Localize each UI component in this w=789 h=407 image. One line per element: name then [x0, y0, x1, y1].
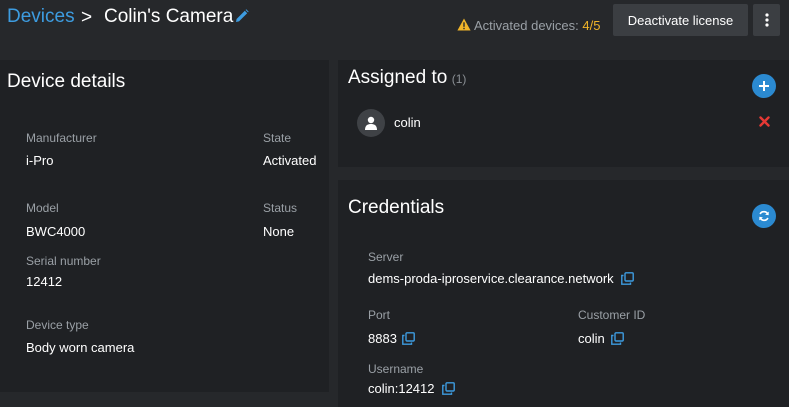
status-value: None: [263, 224, 295, 239]
activated-devices-indicator: Activated devices: 4/5: [474, 18, 600, 33]
close-icon[interactable]: [759, 116, 770, 127]
breadcrumb-devices-link[interactable]: Devices: [7, 6, 75, 28]
username-value: colin:12412: [368, 381, 435, 396]
warning-icon: [457, 18, 471, 31]
device-type-label: Device type: [26, 318, 89, 332]
model-value: BWC4000: [26, 224, 86, 239]
port-value: 8883: [368, 331, 397, 346]
status-label: Status: [263, 201, 298, 215]
customer-id-label: Customer ID: [578, 308, 646, 322]
server-label: Server: [368, 250, 404, 264]
deactivate-license-button[interactable]: Deactivate license: [613, 4, 748, 36]
user-icon: [365, 116, 377, 130]
copy-username-icon[interactable]: [442, 382, 455, 395]
copy-server-icon[interactable]: [621, 272, 634, 285]
state-label: State: [263, 131, 292, 145]
copy-port-icon[interactable]: [402, 332, 415, 345]
refresh-icon: [759, 210, 769, 222]
serial-number-label: Serial number: [26, 254, 101, 268]
activated-devices-label: Activated devices:: [474, 18, 579, 33]
state-value: Activated: [263, 153, 317, 168]
serial-number-value: 12412: [26, 274, 63, 289]
assigned-to-title: Assigned to: [348, 67, 448, 88]
assigned-to-heading: Assigned to (1): [348, 67, 466, 89]
device-type-value: Body worn camera: [26, 340, 135, 355]
server-value: dems-proda-iproservice.clearance.network: [368, 271, 614, 286]
breadcrumb-separator: >: [81, 7, 93, 28]
model-label: Model: [26, 201, 59, 215]
device-details-heading: Device details: [7, 71, 126, 92]
manufacturer-value: i-Pro: [26, 153, 54, 168]
pencil-icon[interactable]: [235, 9, 249, 23]
add-assignee-button[interactable]: [752, 74, 776, 98]
more-options-button[interactable]: [753, 4, 780, 36]
assignee-name[interactable]: colin: [394, 115, 421, 130]
plus-icon: [759, 81, 769, 91]
more-vertical-icon: [764, 13, 769, 27]
refresh-credentials-button[interactable]: [752, 204, 776, 228]
copy-customer-id-icon[interactable]: [611, 332, 624, 345]
manufacturer-label: Manufacturer: [26, 131, 97, 145]
customer-id-value: colin: [578, 331, 605, 346]
username-label: Username: [368, 362, 424, 376]
avatar: [357, 109, 385, 137]
port-label: Port: [368, 308, 391, 322]
credentials-heading: Credentials: [348, 197, 445, 218]
assigned-count: (1): [451, 72, 467, 86]
page-title: Colin's Camera: [104, 6, 234, 27]
activated-devices-count: 4/5: [582, 18, 601, 33]
